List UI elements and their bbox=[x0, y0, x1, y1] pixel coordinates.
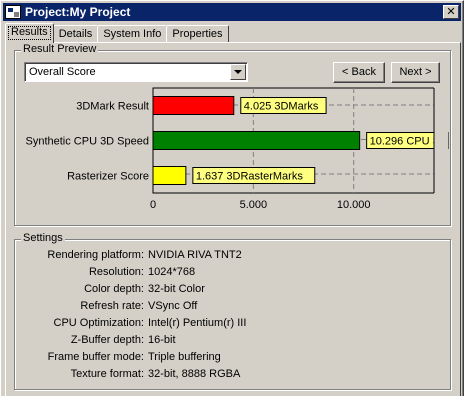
settings-label: Resolution: bbox=[88, 266, 144, 278]
settings-label: CPU Optimization: bbox=[53, 317, 144, 329]
category-label: 3DMark Result bbox=[76, 101, 149, 113]
bar bbox=[152, 131, 361, 150]
x-tick-label: 0 bbox=[150, 199, 156, 211]
settings-value: Triple buffering bbox=[148, 351, 221, 363]
data-label: 1.637 3DRasterMarks bbox=[196, 171, 303, 183]
settings-value: 32-bit Color bbox=[148, 283, 205, 295]
category-label: Rasterizer Score bbox=[67, 171, 149, 183]
settings-label: Frame buffer mode: bbox=[47, 351, 144, 363]
settings-value: VSync Off bbox=[148, 300, 198, 312]
settings-title: Settings bbox=[21, 232, 65, 244]
settings-label: Texture format: bbox=[70, 368, 144, 380]
settings-label: Color depth: bbox=[84, 283, 144, 295]
bar bbox=[152, 96, 235, 115]
settings-value: 32-bit, 8888 RGBA bbox=[148, 368, 241, 380]
x-tick-label: 10.000 bbox=[337, 199, 371, 211]
x-tick-label: 5.000 bbox=[240, 199, 268, 211]
tab-results[interactable]: Results bbox=[5, 23, 54, 43]
settings-value: 16-bit bbox=[148, 334, 176, 346]
category-label: Synthetic CPU 3D Speed bbox=[25, 136, 149, 148]
settings-label: Z-Buffer depth: bbox=[70, 334, 144, 346]
settings-value: Intel(r) Pentium(r) III bbox=[148, 317, 247, 329]
settings-label: Refresh rate: bbox=[80, 300, 144, 312]
data-label: 4.025 3DMarks bbox=[244, 101, 319, 113]
settings-value: NVIDIA RIVA TNT2 bbox=[148, 249, 242, 261]
settings-value: 1024*768 bbox=[148, 266, 196, 278]
plot-right-mask bbox=[434, 87, 448, 194]
bar bbox=[152, 166, 187, 185]
bottom-edge bbox=[0, 396, 468, 402]
settings-label: Rendering platform: bbox=[47, 249, 144, 261]
